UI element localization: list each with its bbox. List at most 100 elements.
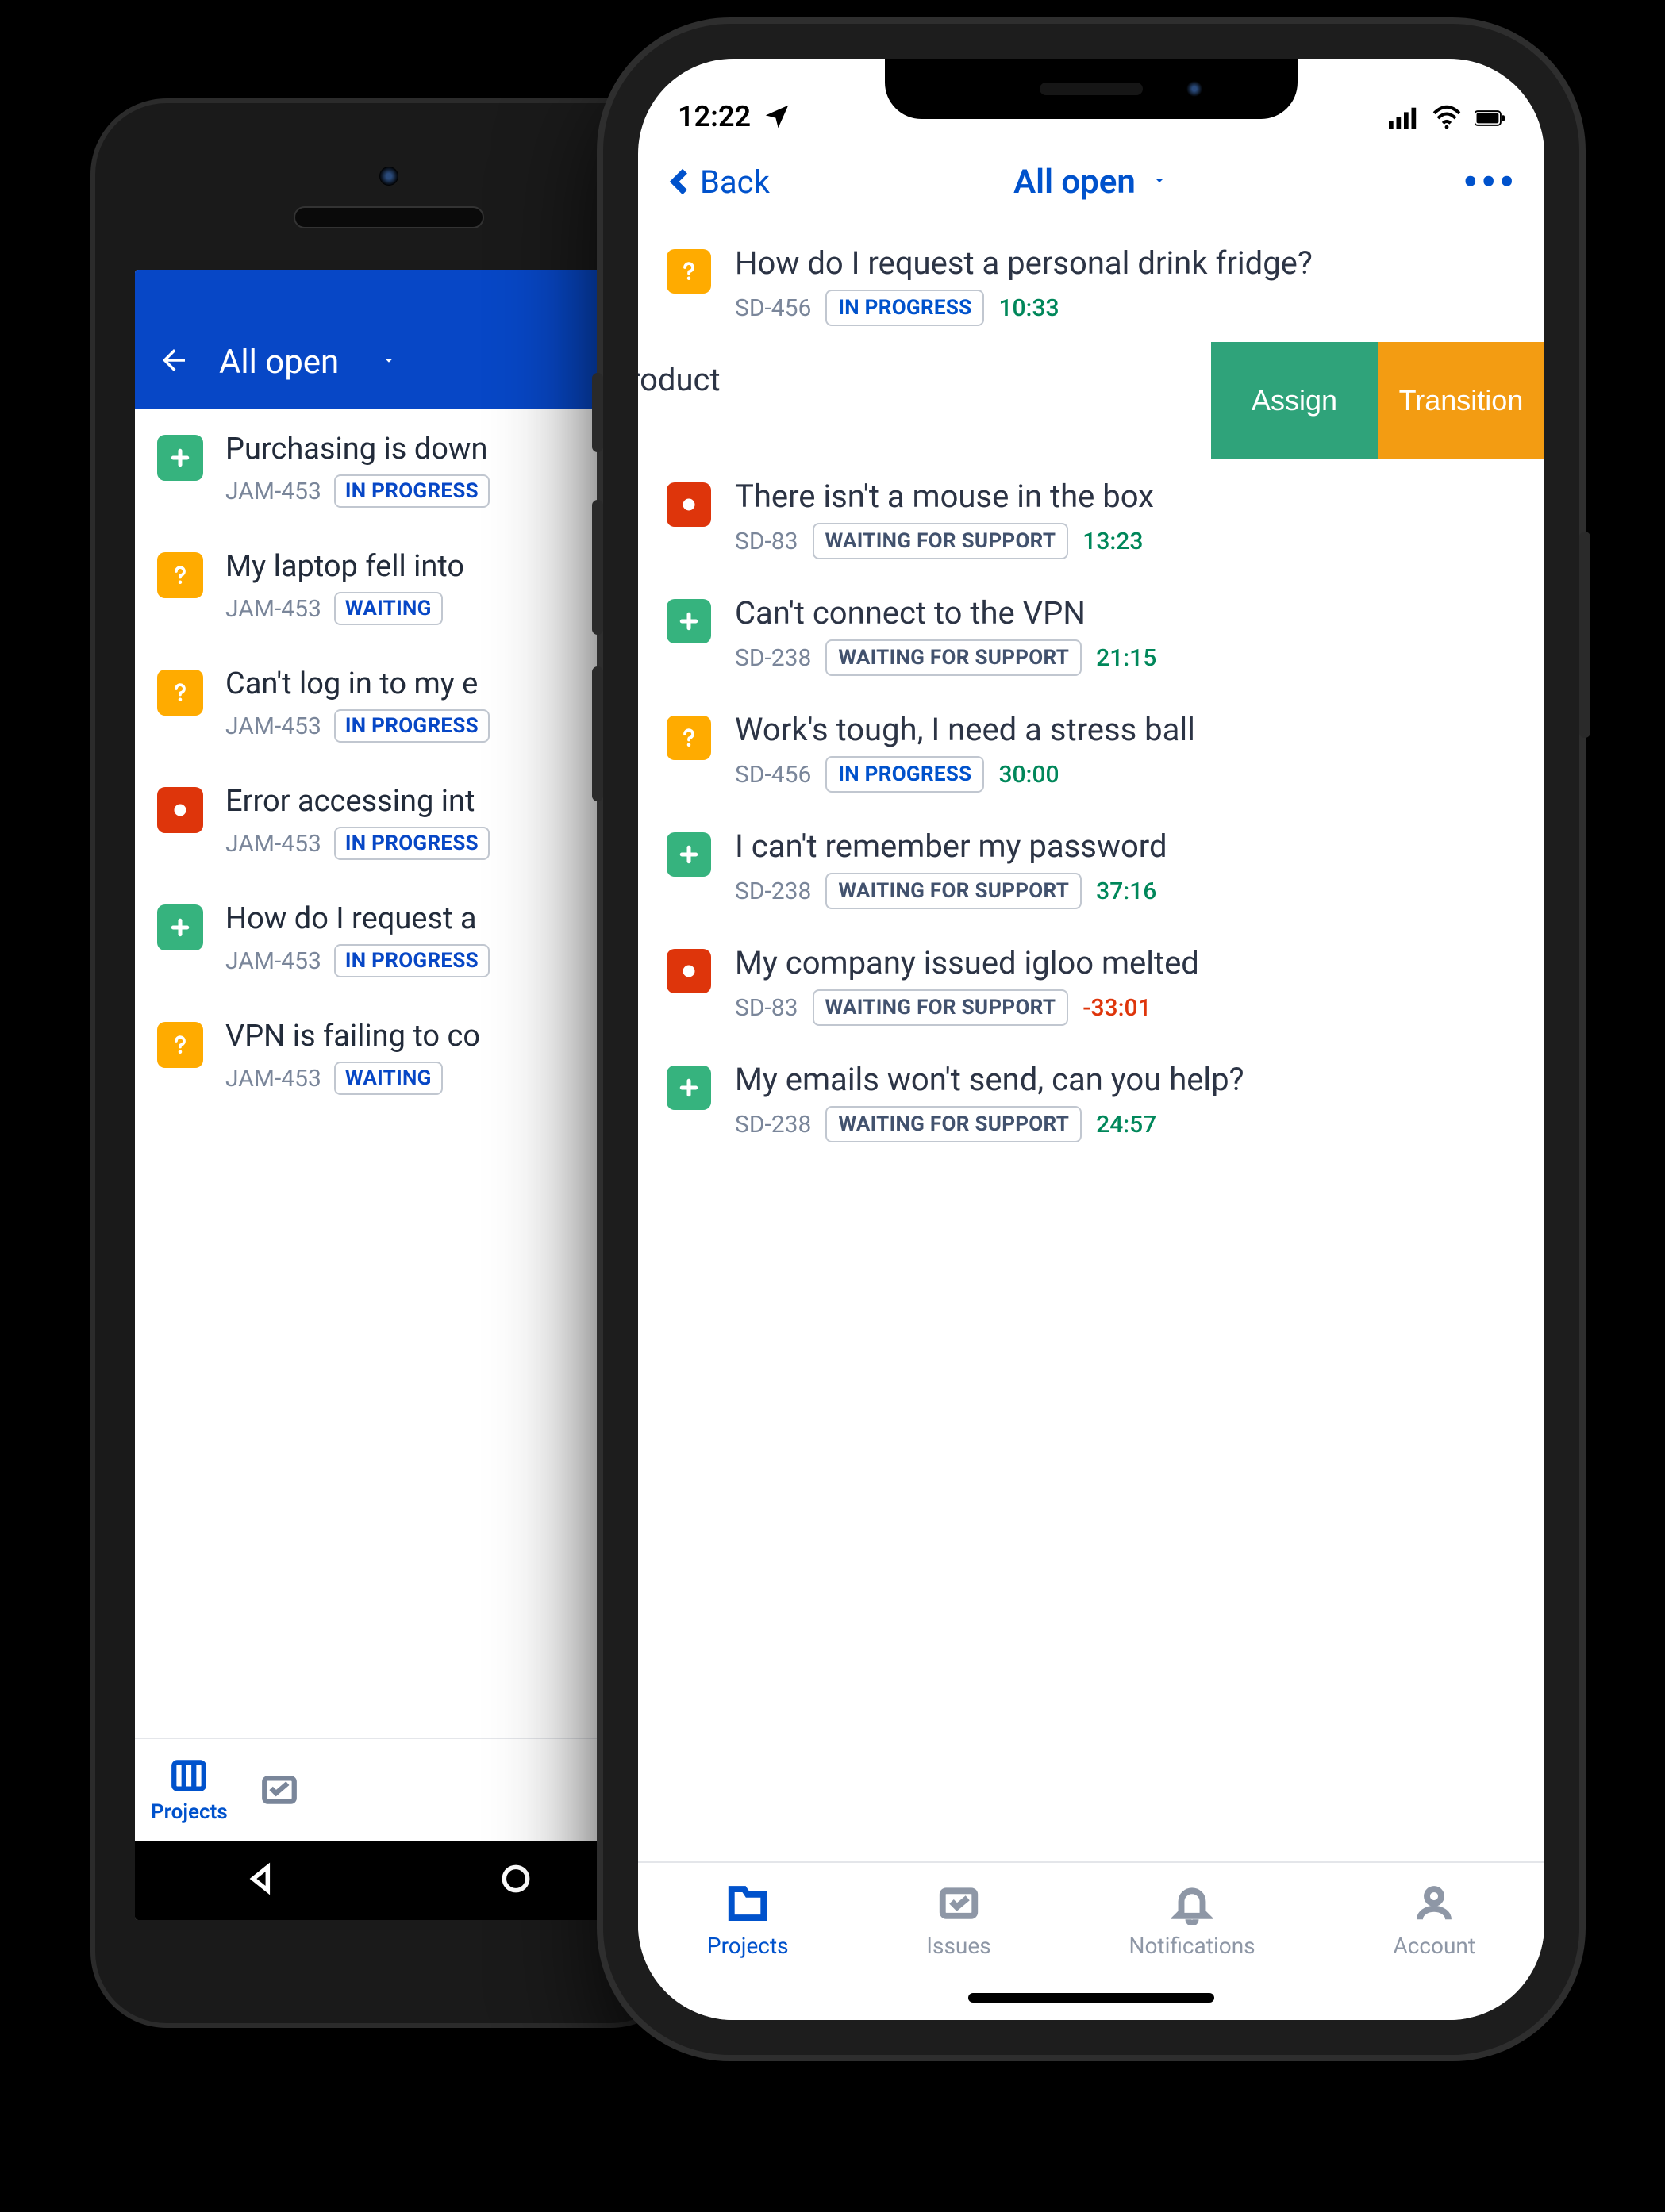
- nav-projects-label: Projects: [151, 1800, 228, 1824]
- tab-projects-label: Projects: [707, 1933, 789, 1959]
- battery-icon: [1475, 103, 1505, 133]
- android-camera-dot: [379, 167, 398, 186]
- issue-title: Purchasing is down: [225, 432, 621, 467]
- issue-type-icon: [157, 904, 203, 950]
- issue-title: Can't connect to the VPN: [735, 594, 1516, 632]
- issue-key: JAM-453: [225, 478, 321, 505]
- issue-row[interactable]: Purchasing is down JAM-453 IN PROGRESS: [135, 409, 643, 527]
- issue-key: JAM-453: [225, 1065, 321, 1093]
- iphone-device-frame: 12:22: [603, 24, 1579, 2055]
- issue-title: fy our software dev product: [638, 361, 1182, 398]
- issue-row[interactable]: Error accessing int JAM-453 IN PROGRESS: [135, 762, 643, 879]
- android-app-header: All open: [135, 314, 643, 409]
- iphone-volume-down: [592, 666, 603, 801]
- issue-type-icon: [667, 482, 711, 527]
- ios-issue-list: How do I request a personal drink fridge…: [638, 225, 1544, 1158]
- iphone-volume-up: [592, 500, 603, 635]
- dropdown-icon[interactable]: [380, 351, 398, 372]
- issue-row[interactable]: My company issued igloo melted SD-83 WAI…: [638, 925, 1544, 1042]
- dropdown-icon[interactable]: [1150, 171, 1169, 193]
- issue-key: JAM-453: [225, 712, 321, 740]
- issue-status: IN PROGRESS: [334, 709, 490, 743]
- issue-title: Work's tough, I need a stress ball: [735, 711, 1516, 748]
- tab-issues[interactable]: Issues: [926, 1882, 990, 1959]
- issue-status: IN PROGRESS: [334, 944, 490, 977]
- issue-row[interactable]: I can't remember my password SD-238 WAIT…: [638, 808, 1544, 925]
- issue-status: WAITING: [334, 592, 443, 625]
- issue-type-icon: [157, 1022, 203, 1068]
- issue-type-icon: [667, 716, 711, 760]
- issue-title: How do I request a: [225, 901, 621, 936]
- tab-notifications-label: Notifications: [1129, 1933, 1255, 1959]
- issue-key: SD-456: [735, 294, 811, 322]
- issue-key: JAM-453: [225, 595, 321, 623]
- more-button[interactable]: •••: [1463, 158, 1517, 206]
- issue-title: There isn't a mouse in the box: [735, 478, 1516, 515]
- issue-key: SD-456: [735, 761, 811, 789]
- tab-projects[interactable]: Projects: [707, 1882, 789, 1959]
- issue-status: IN PROGRESS: [825, 290, 984, 326]
- filter-title[interactable]: All open: [219, 343, 339, 382]
- issue-row[interactable]: VPN is failing to co JAM-453 WAITING: [135, 997, 643, 1114]
- tab-account[interactable]: Account: [1393, 1882, 1475, 1959]
- issue-time: 10:33: [998, 294, 1059, 322]
- issue-key: SD-83: [735, 994, 798, 1022]
- issue-status: IN PROGRESS: [334, 827, 490, 860]
- ios-app-header: Back All open •••: [638, 138, 1544, 225]
- tab-issues-label: Issues: [926, 1933, 990, 1959]
- iphone-screen: 12:22: [638, 59, 1544, 2020]
- issue-title: My laptop fell into: [225, 549, 621, 584]
- iphone-side-button: [1579, 532, 1590, 738]
- issue-key: SD-238: [735, 1111, 811, 1139]
- iphone-notch: [885, 59, 1298, 119]
- issue-row[interactable]: Work's tough, I need a stress ball SD-45…: [638, 692, 1544, 808]
- issue-type-icon: [157, 787, 203, 833]
- location-icon: [762, 102, 792, 132]
- issue-row[interactable]: Can't connect to the VPN SD-238 WAITING …: [638, 575, 1544, 692]
- issue-type-icon: [157, 670, 203, 716]
- iphone-mute-switch: [592, 373, 603, 452]
- issue-title: VPN is failing to co: [225, 1019, 621, 1054]
- issue-time: 21:15: [1096, 644, 1156, 672]
- back-label: Back: [700, 163, 770, 201]
- issue-type-icon: [667, 249, 711, 294]
- nav-issues[interactable]: [260, 1770, 299, 1810]
- filter-title[interactable]: All open: [1013, 163, 1136, 202]
- iphone-camera: [1186, 81, 1202, 97]
- back-arrow-icon[interactable]: [157, 344, 190, 380]
- issue-row[interactable]: There isn't a mouse in the box SD-83 WAI…: [638, 459, 1544, 575]
- android-home-button[interactable]: [498, 1861, 533, 1899]
- issue-key: JAM-453: [225, 947, 321, 975]
- statusbar-time: 12:22: [678, 100, 751, 133]
- issue-type-icon: [667, 949, 711, 993]
- issue-title: How do I request a personal drink fridge…: [735, 244, 1516, 282]
- issue-key: SD-83: [735, 528, 798, 555]
- issue-key: JAM-453: [225, 830, 321, 858]
- issue-row[interactable]: Can't log in to my e JAM-453 IN PROGRESS: [135, 644, 643, 762]
- issue-row[interactable]: How do I request a personal drink fridge…: [638, 225, 1544, 342]
- issue-row[interactable]: My emails won't send, can you help? SD-2…: [638, 1042, 1544, 1158]
- iphone-speaker: [1040, 83, 1143, 95]
- issue-row[interactable]: How do I request a JAM-453 IN PROGRESS: [135, 879, 643, 997]
- transition-button[interactable]: Transition: [1378, 342, 1544, 459]
- issue-status: WAITING FOR SUPPORT: [813, 989, 1069, 1026]
- issue-time: -33:01: [1082, 994, 1151, 1022]
- issue-type-icon: [157, 435, 203, 481]
- tab-notifications[interactable]: Notifications: [1129, 1882, 1255, 1959]
- issue-row-swiped[interactable]: fy our software dev product FOR SUPPORT …: [638, 342, 1544, 459]
- cellular-icon: [1389, 103, 1419, 133]
- issue-status: IN PROGRESS: [334, 474, 490, 508]
- issue-row[interactable]: My laptop fell into JAM-453 WAITING: [135, 527, 643, 644]
- issue-time: 24:57: [1096, 1111, 1156, 1139]
- assign-button[interactable]: Assign: [1211, 342, 1378, 459]
- android-system-nav: [135, 1841, 643, 1920]
- back-button[interactable]: Back: [665, 163, 770, 201]
- issue-status: WAITING FOR SUPPORT: [825, 873, 1082, 909]
- swipe-actions: Assign Transition: [1211, 342, 1544, 459]
- issue-status: IN PROGRESS: [825, 756, 984, 793]
- android-screen: All open Purchasing is down JAM-453 IN P…: [135, 270, 643, 1920]
- home-indicator[interactable]: [968, 1993, 1214, 2003]
- nav-projects[interactable]: Projects: [151, 1756, 228, 1824]
- issue-title: My emails won't send, can you help?: [735, 1061, 1516, 1098]
- android-back-button[interactable]: [244, 1861, 279, 1899]
